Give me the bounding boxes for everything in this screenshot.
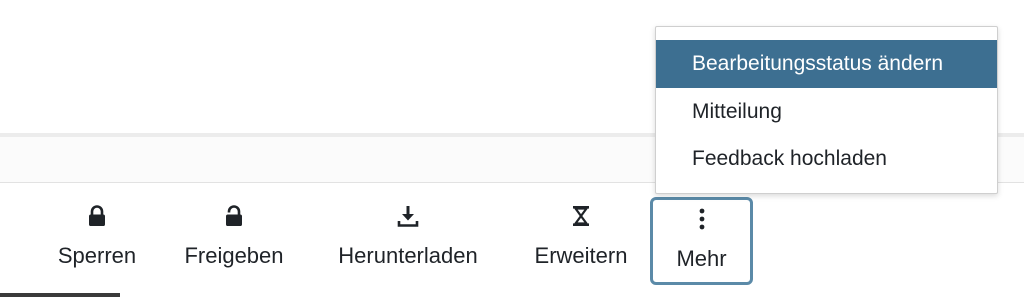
- extend-button-label: Erweitern: [534, 243, 628, 268]
- more-button[interactable]: Mehr: [650, 197, 753, 285]
- hourglass-icon: [572, 203, 590, 229]
- unlock-button[interactable]: Freigeben: [176, 197, 292, 285]
- download-button[interactable]: Herunterladen: [323, 197, 493, 285]
- more-button-label: Mehr: [676, 246, 727, 271]
- extend-button[interactable]: Erweitern: [524, 197, 638, 285]
- unlock-icon: [224, 203, 244, 229]
- menu-item-label: Feedback hochladen: [692, 147, 887, 170]
- menu-item-change-status[interactable]: Bearbeitungsstatus ändern: [656, 40, 997, 88]
- menu-item-label: Mitteilung: [692, 100, 782, 123]
- more-vertical-icon: [698, 206, 706, 232]
- more-menu: Bearbeitungsstatus ändern Mitteilung Fee…: [655, 26, 998, 194]
- unlock-button-label: Freigeben: [184, 243, 284, 268]
- menu-item-message[interactable]: Mitteilung: [656, 88, 997, 136]
- download-icon: [397, 203, 419, 229]
- tab-indicator: [0, 293, 120, 297]
- menu-item-upload-feedback[interactable]: Feedback hochladen: [656, 135, 997, 183]
- lock-button[interactable]: Sperren: [50, 197, 144, 285]
- download-button-label: Herunterladen: [338, 243, 478, 268]
- lock-icon: [87, 203, 107, 229]
- action-toolbar: Sperren Freigeben Herunterladen Erweiter…: [0, 183, 1024, 297]
- menu-item-label: Bearbeitungsstatus ändern: [692, 52, 944, 75]
- lock-button-label: Sperren: [57, 243, 137, 268]
